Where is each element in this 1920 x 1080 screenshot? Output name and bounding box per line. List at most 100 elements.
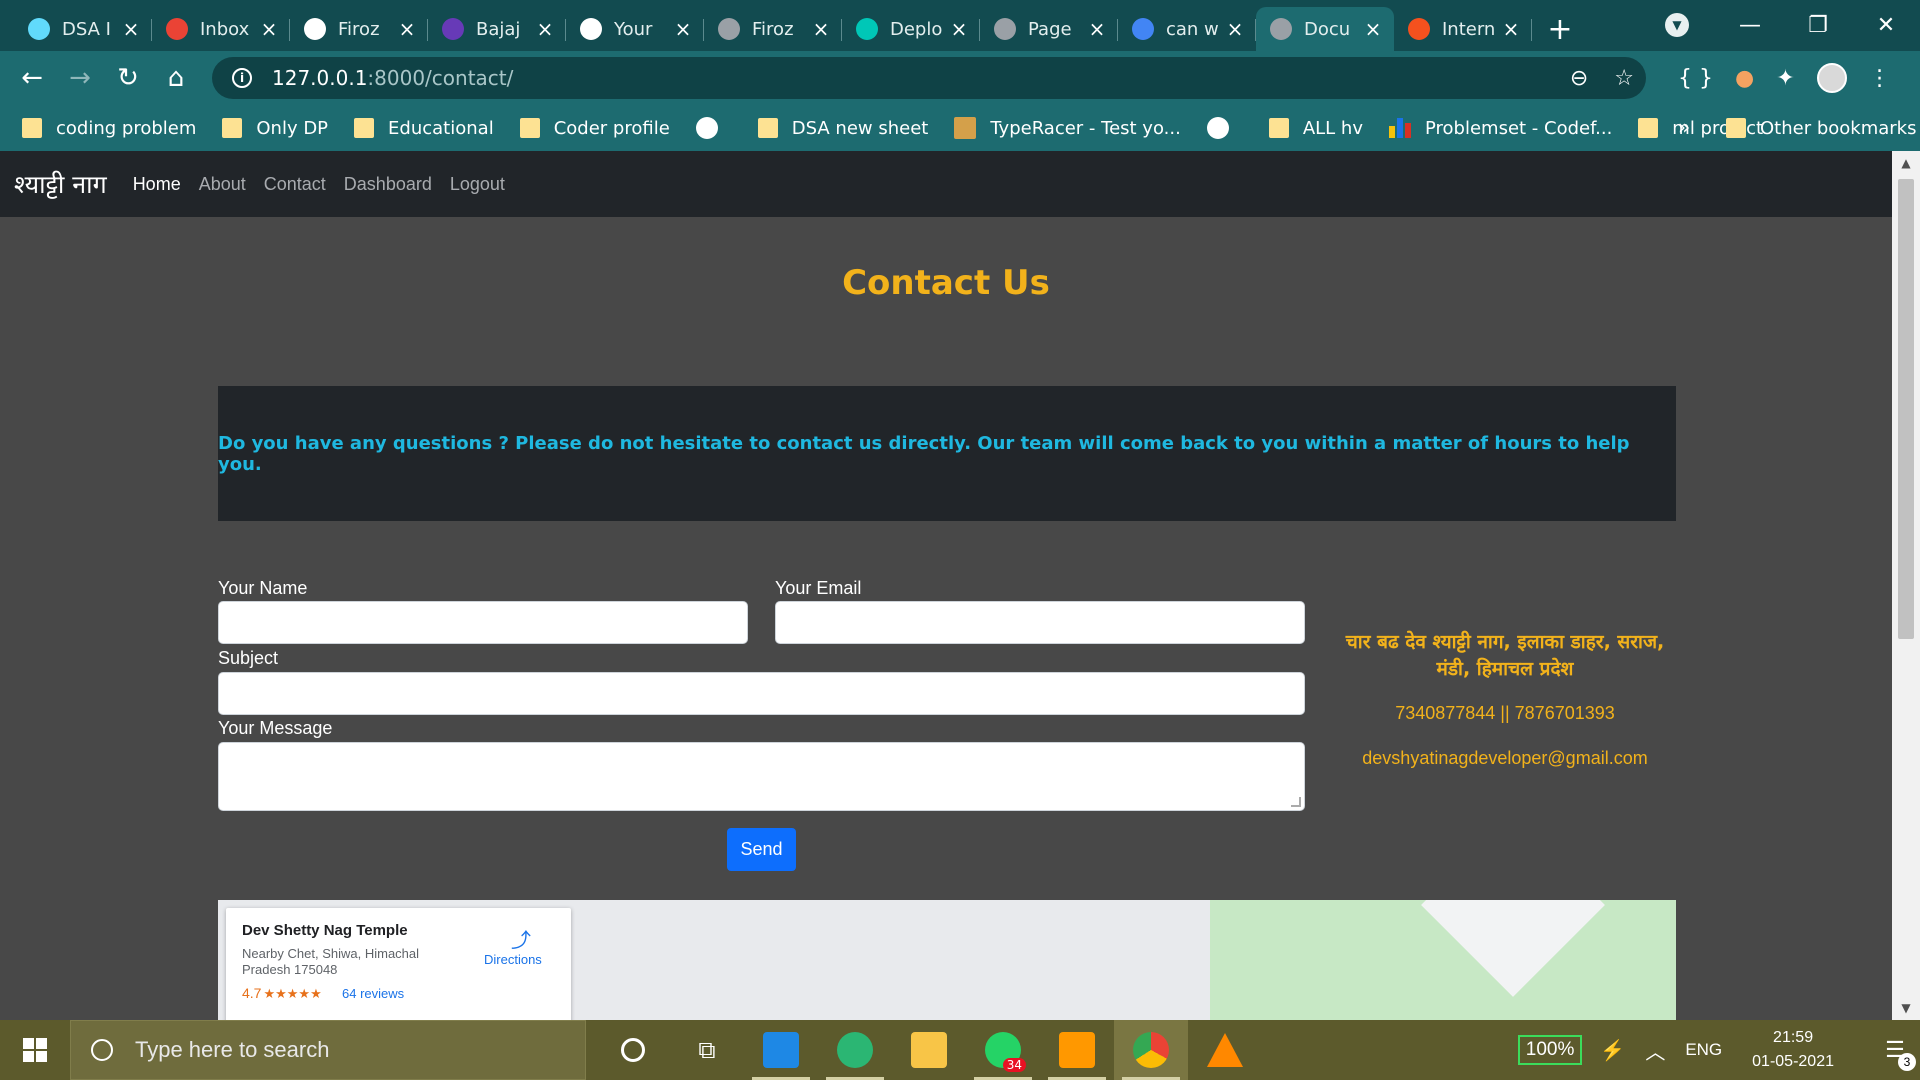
nav-logout[interactable]: Logout [450, 174, 505, 195]
browser-tab[interactable]: DSA I × [14, 7, 152, 51]
close-tab-icon[interactable]: × [1364, 17, 1382, 41]
scroll-up-icon[interactable]: ▲ [1892, 151, 1920, 175]
home-icon[interactable]: ⌂ [152, 54, 200, 102]
browser-tab[interactable]: can w × [1118, 7, 1256, 51]
chrome-icon[interactable] [1114, 1020, 1188, 1080]
tab-title: Firoz [752, 18, 794, 40]
browser-tab[interactable]: Docu × [1256, 7, 1394, 51]
send-button[interactable]: Send [727, 828, 796, 871]
whatsapp-icon[interactable]: 34 [966, 1020, 1040, 1080]
close-tab-icon[interactable]: × [122, 17, 140, 41]
minimize-icon[interactable]: — [1716, 13, 1784, 38]
resize-handle-icon[interactable] [1291, 797, 1301, 807]
close-tab-icon[interactable]: × [674, 17, 692, 41]
bookmark-item[interactable]: Coder profile [519, 118, 670, 139]
bookmark-label: coding problem [56, 117, 197, 139]
site-icon [1408, 18, 1430, 40]
bookmark-item[interactable]: Educational [354, 118, 494, 139]
power-plug-icon[interactable]: ⚡ [1600, 1038, 1625, 1063]
other-bookmarks[interactable]: Other bookmarks [1726, 105, 1916, 151]
nav-home[interactable]: Home [133, 174, 181, 195]
page-scrollbar[interactable]: ▲ ▼ [1892, 151, 1920, 1020]
place-name[interactable]: Dev Shetty Nag Temple [242, 922, 408, 939]
browser-tab[interactable]: Bajaj × [428, 7, 566, 51]
bookmark-item[interactable]: Only DP [222, 118, 328, 139]
close-tab-icon[interactable]: × [812, 17, 830, 41]
reviews-link[interactable]: 64 reviews [342, 986, 404, 1001]
browser-tab[interactable]: Inbox × [152, 7, 290, 51]
vscode-icon[interactable] [744, 1020, 818, 1080]
bookmark-item[interactable] [1206, 117, 1243, 139]
browser-tab[interactable]: Firoz × [704, 7, 842, 51]
browser-tab[interactable]: Page × [980, 7, 1118, 51]
json-extension-icon[interactable]: { } [1678, 66, 1713, 91]
menu-dots-icon[interactable]: ⋮ [1869, 66, 1891, 91]
puzzle-icon[interactable]: ✦ [1776, 66, 1794, 91]
system-clock[interactable]: 21:59 01-05-2021 [1752, 1026, 1834, 1074]
close-tab-icon[interactable]: × [536, 17, 554, 41]
message-textarea[interactable] [218, 742, 1305, 811]
address-bar[interactable]: i 127.0.0.1:8000/contact/ ⊖ ☆ [212, 57, 1646, 99]
scrollbar-thumb[interactable] [1898, 179, 1914, 639]
tab-title: Inbox [200, 18, 250, 40]
show-hidden-icons-icon[interactable]: ︿ [1645, 1036, 1665, 1065]
reload-icon[interactable]: ↻ [104, 54, 152, 102]
bookmark-item[interactable] [695, 117, 732, 139]
site-info-icon[interactable]: i [232, 68, 252, 88]
new-tab-button[interactable]: + [1532, 7, 1588, 51]
close-tab-icon[interactable]: × [1088, 17, 1106, 41]
vlc-icon[interactable] [1188, 1020, 1262, 1080]
browser-tab[interactable]: Firoz × [290, 7, 428, 51]
forward-arrow-icon[interactable]: → [56, 54, 104, 102]
restore-icon[interactable]: ❐ [1784, 13, 1852, 38]
url-path: :8000/contact/ [367, 66, 514, 90]
nav-dashboard[interactable]: Dashboard [344, 174, 432, 195]
cortana-icon[interactable] [596, 1020, 670, 1080]
close-tab-icon[interactable]: × [950, 17, 968, 41]
directions-link[interactable]: Directions [484, 952, 542, 967]
close-tab-icon[interactable]: × [1226, 17, 1244, 41]
bookmark-item[interactable]: TypeRacer - Test yo... [954, 117, 1181, 139]
other-bookmarks-label: Other bookmarks [1760, 117, 1917, 139]
bookmark-item[interactable]: coding problem [22, 118, 196, 139]
close-tab-icon[interactable]: × [1502, 17, 1520, 41]
bookmark-item[interactable]: DSA new sheet [757, 118, 928, 139]
bookmark-item[interactable]: ALL hv [1268, 117, 1363, 139]
scroll-down-icon[interactable]: ▼ [1892, 996, 1920, 1020]
browser-tab[interactable]: Your × [566, 7, 704, 51]
browser-tab[interactable]: Deplo × [842, 7, 980, 51]
tab-search-icon[interactable]: ▼ [1665, 13, 1689, 37]
browser-tab[interactable]: Intern × [1394, 7, 1532, 51]
subject-input[interactable] [218, 672, 1305, 715]
bookmark-label: ALL hv [1302, 117, 1363, 139]
site-brand[interactable]: श्याट्टी नाग [14, 167, 107, 201]
close-tab-icon[interactable]: × [260, 17, 278, 41]
bookmark-item[interactable]: Problemset - Codef... [1388, 118, 1612, 139]
map-place-card: Dev Shetty Nag Temple Nearby Chet, Shiwa… [226, 908, 571, 1020]
close-tab-icon[interactable]: × [398, 17, 416, 41]
notification-center-icon[interactable]: ☰ 3 [1870, 1037, 1920, 1071]
more-bookmarks-icon[interactable]: » [1678, 115, 1690, 139]
tab-title: can w [1166, 18, 1219, 40]
task-view-icon[interactable]: ⧉ [670, 1020, 744, 1080]
back-arrow-icon[interactable]: ← [8, 54, 56, 102]
sublime-icon[interactable] [1040, 1020, 1114, 1080]
language-indicator[interactable]: ENG [1685, 1040, 1722, 1060]
nav-contact[interactable]: Contact [264, 174, 326, 195]
start-button[interactable] [0, 1020, 70, 1080]
extension-icon[interactable]: ● [1735, 66, 1754, 91]
email-input[interactable] [775, 601, 1305, 644]
zoom-icon[interactable]: ⊖ [1570, 66, 1588, 91]
google-map[interactable]: Dev Shetty Nag Temple Nearby Chet, Shiwa… [218, 900, 1676, 1020]
directions-icon[interactable]: ⤴ [511, 924, 533, 952]
battery-indicator[interactable]: 100% [1517, 1035, 1583, 1065]
close-window-icon[interactable]: ✕ [1852, 13, 1920, 38]
name-input[interactable] [218, 601, 748, 644]
contact-email[interactable]: devshyatinagdeveloper@gmail.com [1330, 748, 1680, 769]
file-explorer-icon[interactable] [892, 1020, 966, 1080]
taskbar-search[interactable]: Type here to search [70, 1020, 586, 1080]
nav-about[interactable]: About [199, 174, 246, 195]
avatar[interactable] [1816, 63, 1847, 93]
bookmark-star-icon[interactable]: ☆ [1614, 66, 1634, 91]
edge-icon[interactable] [818, 1020, 892, 1080]
